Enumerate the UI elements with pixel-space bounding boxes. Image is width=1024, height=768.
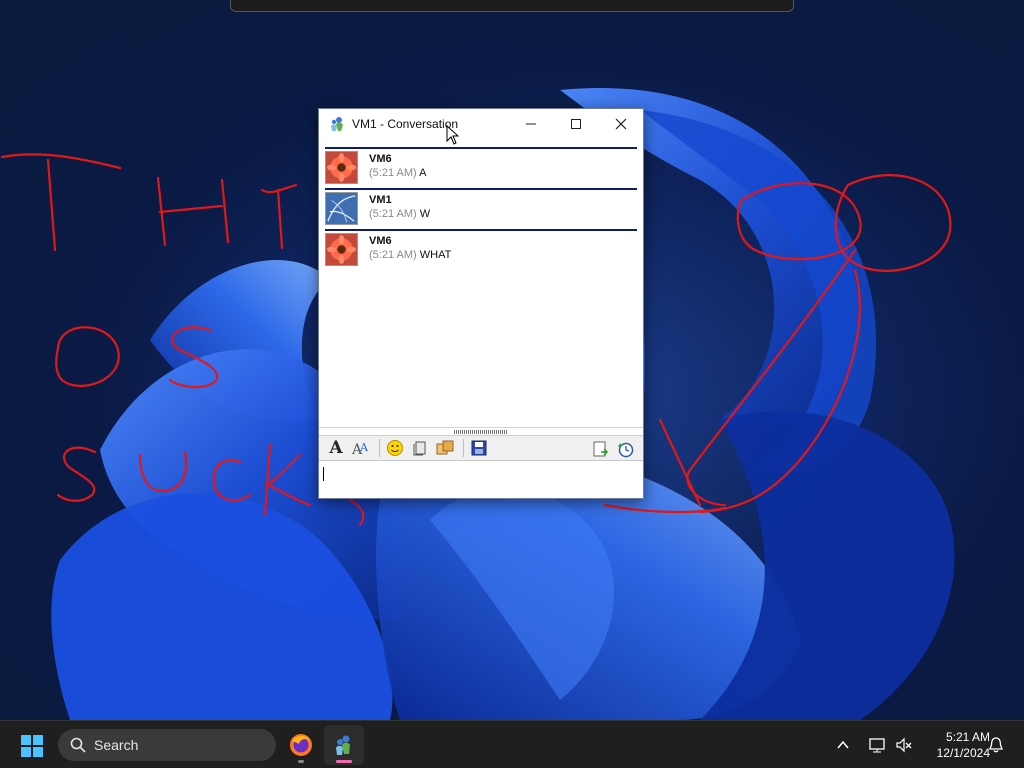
svg-text:A: A	[359, 441, 369, 454]
message-sender: VM6	[369, 153, 392, 165]
taskbar-search[interactable]: Search	[58, 729, 276, 761]
app-indicator	[336, 760, 352, 763]
abstract-avatar	[325, 192, 358, 225]
taskbar-firefox[interactable]	[281, 725, 321, 765]
message-item: VM6 (5:21 AM) WHAT	[325, 229, 637, 270]
font-style-icon: A A	[351, 441, 369, 457]
flower-avatar	[325, 233, 358, 266]
toolbar-separator	[463, 439, 464, 457]
system-clock[interactable]: 5:21 AM 12/1/2024	[920, 729, 990, 761]
maximize-button[interactable]	[553, 109, 598, 139]
windows-start-icon[interactable]	[20, 734, 44, 758]
window-titlebar[interactable]: VM1 - Conversation	[319, 109, 643, 139]
message-text: A	[419, 167, 427, 179]
maximize-icon	[570, 119, 581, 129]
message-sender: VM1	[369, 194, 392, 206]
emoticon-button[interactable]	[384, 438, 406, 458]
message-history[interactable]: VM6 (5:21 AM) A VM1 (5:21 AM) W VM6 (5:2…	[319, 139, 643, 427]
text-caret	[323, 467, 324, 481]
network-button[interactable]	[868, 721, 886, 768]
clock-time: 5:21 AM	[945, 730, 990, 744]
splitter-grip[interactable]	[454, 429, 508, 434]
message-sender: VM6	[369, 235, 392, 247]
minimize-button[interactable]	[508, 109, 553, 139]
window-title: VM1 - Conversation	[352, 117, 459, 131]
send-file-icon	[593, 441, 609, 457]
nudge-icon	[413, 441, 426, 456]
clock-date: 12/1/2024	[936, 746, 990, 760]
save-button[interactable]	[468, 438, 490, 458]
save-icon	[471, 440, 487, 456]
message-text: WHAT	[419, 249, 452, 261]
message-input[interactable]	[319, 461, 643, 497]
flower-avatar	[325, 151, 358, 184]
history-icon	[618, 442, 634, 458]
pane-splitter[interactable]	[319, 427, 643, 435]
search-label: Search	[94, 737, 139, 753]
app-indicator	[298, 760, 304, 763]
font-icon: A	[329, 438, 343, 458]
bell-icon	[989, 737, 1003, 753]
conversation-window: VM1 - Conversation VM6 (5:21 AM) A VM1 (…	[318, 108, 644, 499]
show-hidden-icons-button[interactable]	[836, 721, 850, 768]
close-button[interactable]	[598, 109, 643, 139]
close-icon	[615, 118, 626, 130]
messenger-icon	[336, 735, 350, 755]
wink-icon	[436, 440, 454, 455]
messenger-icon	[331, 117, 343, 131]
search-icon	[70, 737, 86, 753]
minimize-icon	[525, 123, 536, 125]
mouse-cursor-icon	[446, 125, 460, 145]
format-toolbar: A A A	[319, 435, 643, 461]
taskbar: Search 5:21 AM 12/1/2024	[0, 720, 1024, 768]
chevron-up-icon	[837, 740, 849, 749]
message-text: W	[419, 208, 431, 220]
emoticon-icon	[387, 440, 403, 456]
notifications-button[interactable]	[988, 721, 1004, 768]
send-file-button[interactable]	[589, 439, 611, 459]
message-time: (5:21 AM)	[369, 208, 417, 220]
desktop: VM1 - Conversation VM6 (5:21 AM) A VM1 (…	[0, 0, 1024, 720]
nudge-button[interactable]	[409, 438, 431, 458]
firefox-icon	[290, 734, 312, 756]
message-item: VM1 (5:21 AM) W	[325, 188, 637, 229]
message-time: (5:21 AM)	[369, 167, 417, 179]
volume-button[interactable]	[895, 721, 913, 768]
network-icon	[869, 738, 885, 753]
font-style-button[interactable]: A A	[350, 438, 372, 458]
message-item: VM6 (5:21 AM) A	[325, 147, 637, 188]
font-button[interactable]: A	[325, 438, 347, 458]
volume-muted-icon	[896, 737, 912, 753]
taskbar-messenger[interactable]	[324, 725, 364, 765]
toolbar-separator	[379, 439, 380, 457]
history-button[interactable]	[614, 439, 636, 459]
message-time: (5:21 AM)	[369, 249, 417, 261]
wink-button[interactable]	[434, 438, 456, 458]
